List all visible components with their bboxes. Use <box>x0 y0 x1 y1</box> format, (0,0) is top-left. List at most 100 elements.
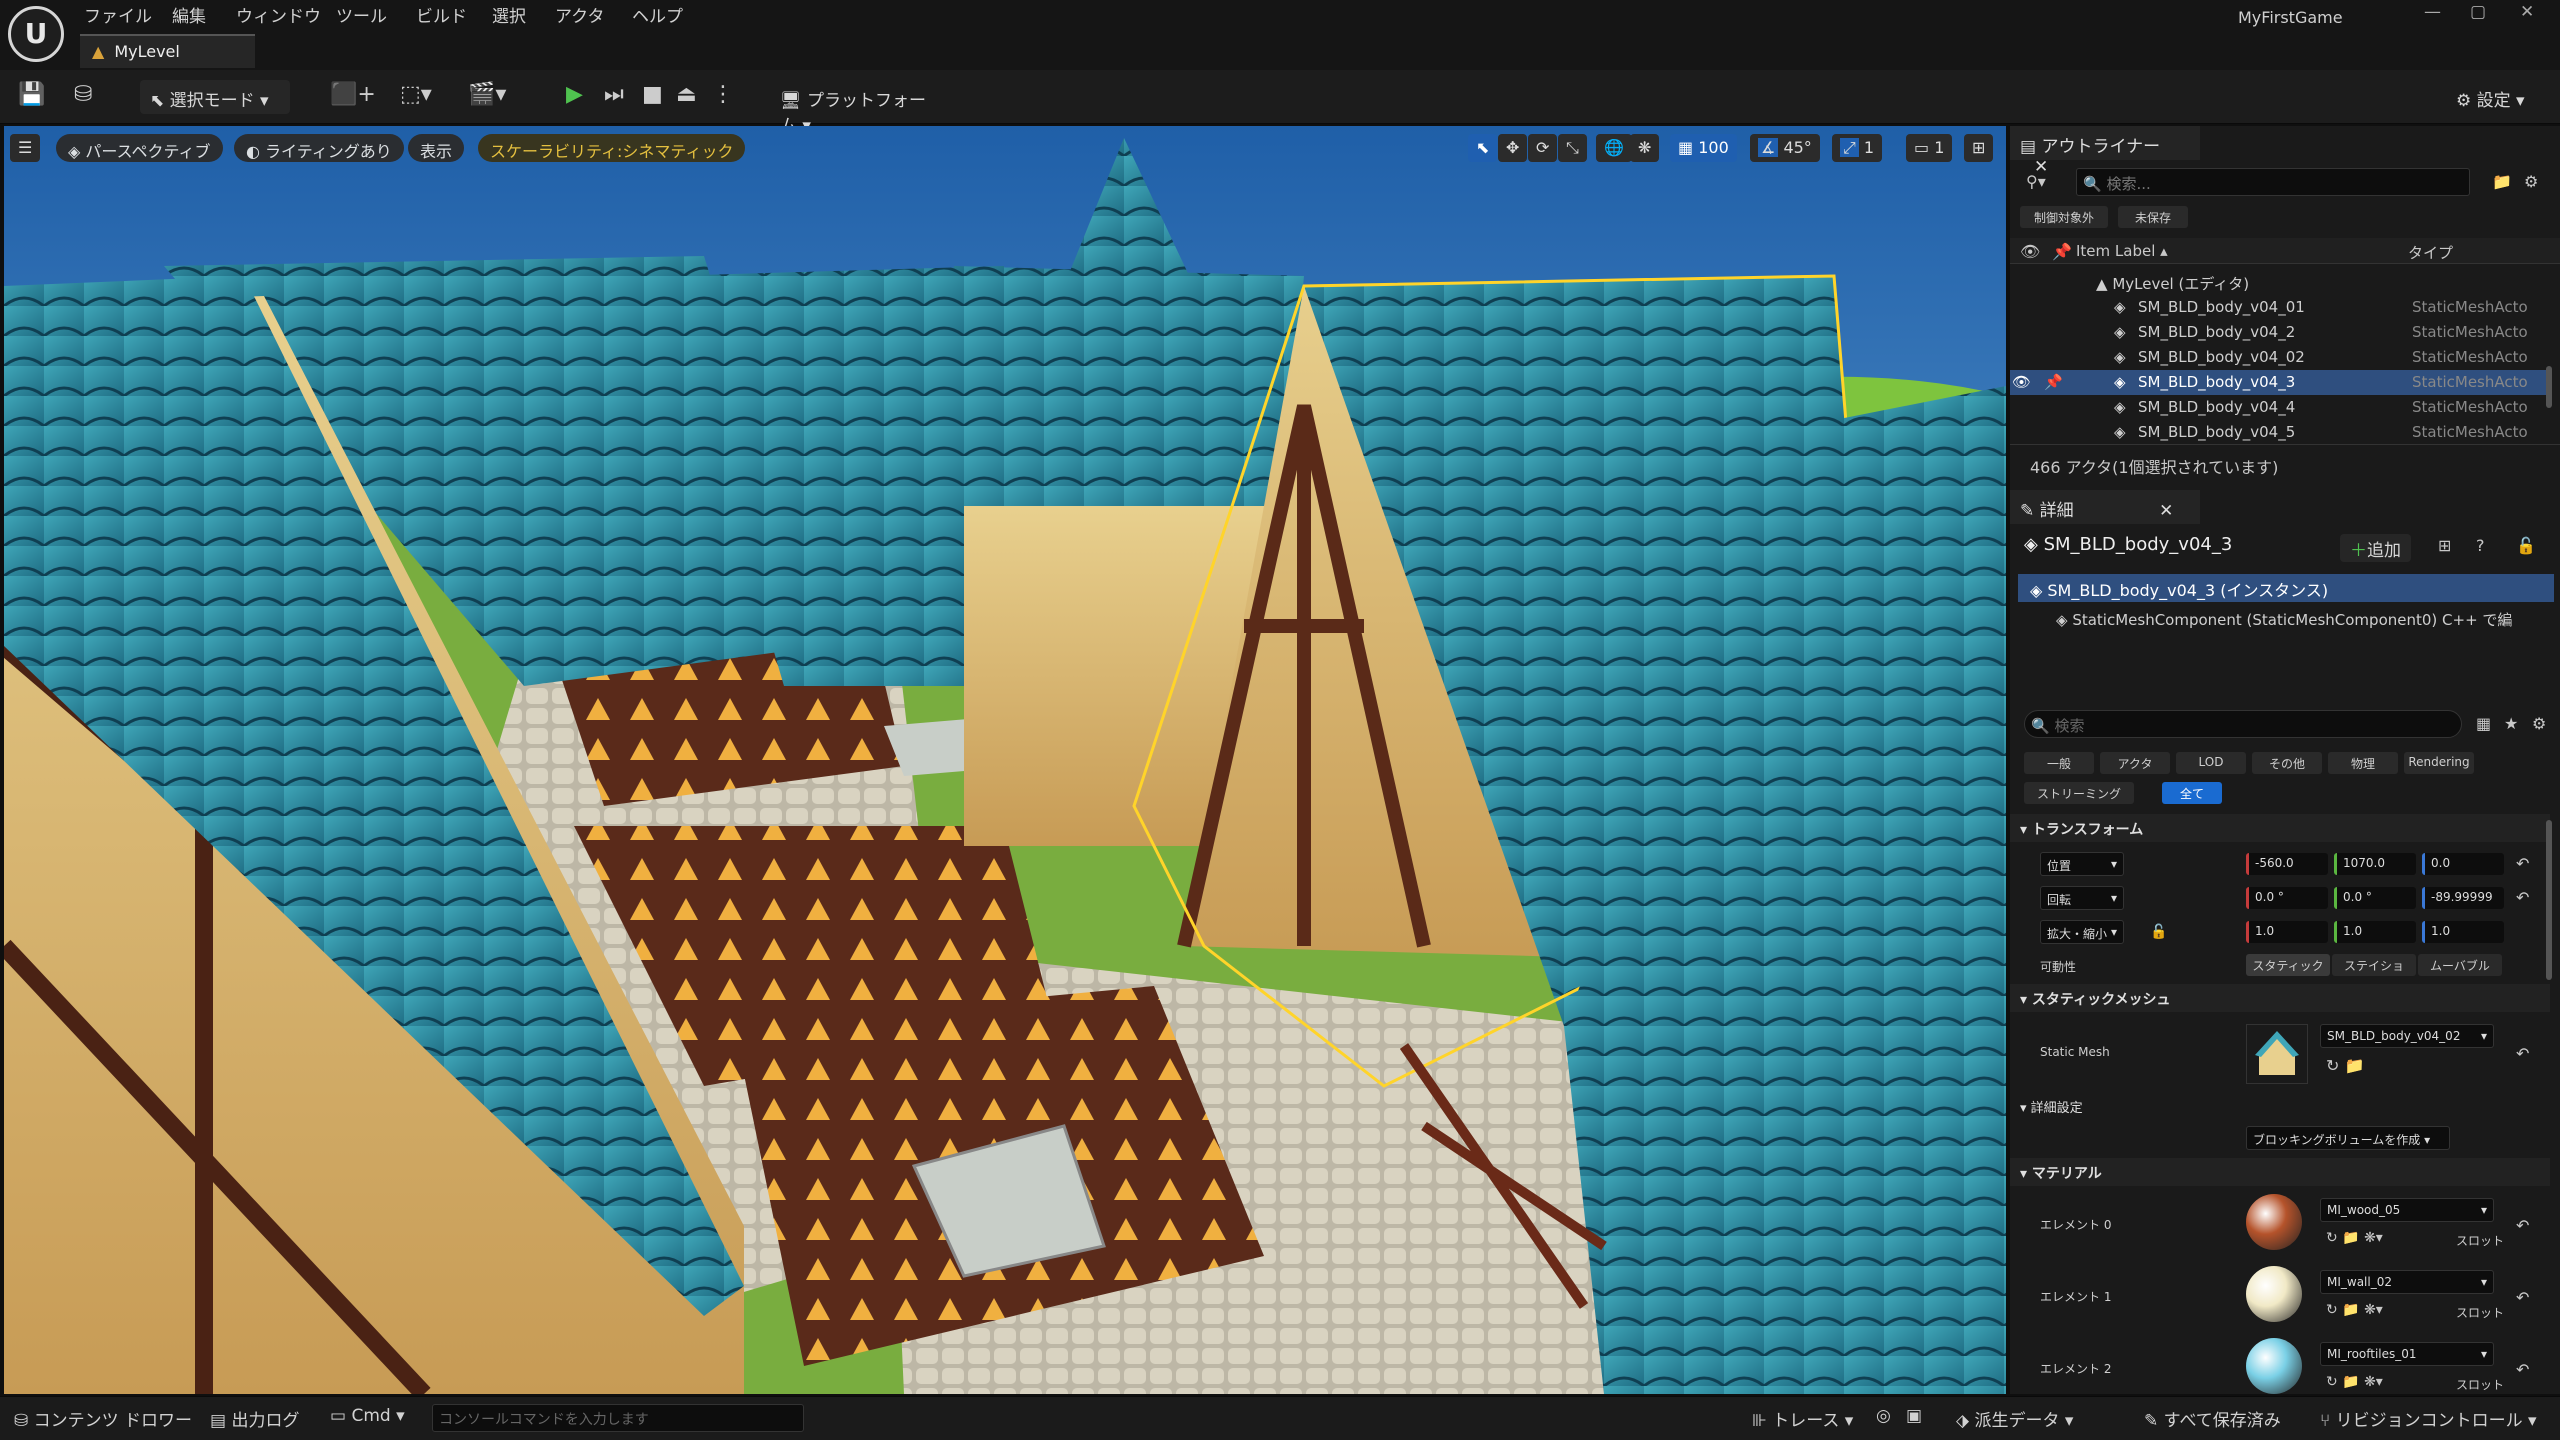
rotation-y[interactable]: 0.0 ° <box>2334 887 2416 909</box>
mobility-stationary[interactable]: ステイショ <box>2332 954 2416 976</box>
material-dropdown[interactable]: MI_wall_02 ▾ <box>2320 1270 2494 1294</box>
derived-data-dropdown[interactable]: ⬗ 派生データ ▾ <box>1956 1406 2073 1431</box>
lighting-mode-button[interactable]: ◐ ライティングあり <box>234 134 404 162</box>
menu-window[interactable]: ウィンドウ <box>236 2 321 27</box>
eject-icon[interactable]: ⏏ <box>676 82 697 107</box>
menu-select[interactable]: 選択 <box>492 2 526 27</box>
col-type[interactable]: タイプ <box>2408 242 2453 263</box>
platform-dropdown[interactable]: 🖥 プラットフォーム ▾ <box>770 80 946 136</box>
scale-x[interactable]: 1.0 <box>2246 921 2328 943</box>
filter-button[interactable]: 物理 <box>2328 752 2398 774</box>
outliner-row[interactable]: ◈ SM_BLD_body_v04_4 StaticMeshActo <box>2010 395 2550 420</box>
material-dropdown[interactable]: MI_wood_05 ▾ <box>2320 1198 2494 1222</box>
material-dropdown[interactable]: MI_rooftiles_01 ▾ <box>2320 1342 2494 1366</box>
material-thumbnail[interactable] <box>2246 1338 2302 1394</box>
blueprint-icon[interactable]: ⬚▾ <box>400 82 432 107</box>
record-icon[interactable]: ◎ <box>1876 1406 1891 1426</box>
cinematics-icon[interactable]: 🎬▾ <box>468 82 506 107</box>
more-options-icon[interactable]: ⋮ <box>712 82 734 107</box>
filter-button[interactable]: アクタ <box>2100 752 2170 774</box>
filter-button[interactable]: LOD <box>2176 752 2246 774</box>
tab-mylevel[interactable]: ▲ MyLevel <box>80 34 255 68</box>
add-folder-icon[interactable]: 📁 <box>2492 172 2512 191</box>
filter-button[interactable]: 全て <box>2162 782 2222 804</box>
scale-tool-icon[interactable]: ⤡ <box>1558 134 1587 162</box>
rotation-z[interactable]: -89.99999 <box>2422 887 2504 909</box>
cmd-dropdown[interactable]: ▭ Cmd ▾ <box>330 1406 405 1426</box>
rotation-dropdown[interactable]: 回転 ▾ <box>2040 886 2124 910</box>
mesh-thumbnail[interactable] <box>2246 1024 2308 1084</box>
content-drawer-button[interactable]: ⛁ コンテンツ ドロワー <box>14 1406 192 1431</box>
play-icon[interactable]: ▶ <box>566 82 583 107</box>
scale-snap-button[interactable]: ⤢ 1 <box>1832 134 1883 162</box>
outliner-scrollbar[interactable] <box>2546 366 2552 408</box>
world-space-icon[interactable]: 🌐 <box>1596 134 1632 162</box>
menu-file[interactable]: ファイル <box>84 2 152 27</box>
reset-icon[interactable]: ↶ <box>2516 1360 2529 1379</box>
add-component-button[interactable]: ＋追加 <box>2340 534 2411 562</box>
reset-icon[interactable]: ↶ <box>2516 854 2529 873</box>
details-scrollbar[interactable] <box>2546 820 2552 980</box>
rotation-x[interactable]: 0.0 ° <box>2246 887 2328 909</box>
outliner-row[interactable]: ◈ SM_BLD_body_v04_01 StaticMeshActo <box>2010 295 2550 320</box>
perspective-button[interactable]: ◈ パースペクティブ <box>56 134 223 162</box>
static-mesh-dropdown[interactable]: SM_BLD_body_v04_02 ▾ <box>2320 1024 2494 1048</box>
level-viewport[interactable]: ☰ ◈ パースペクティブ ◐ ライティングあり 表示 スケーラビリティ:シネマテ… <box>4 126 2006 1394</box>
show-button[interactable]: 表示 <box>408 134 465 162</box>
table-view-icon[interactable]: ▦ <box>2476 714 2491 733</box>
reset-icon[interactable]: ↶ <box>2516 1288 2529 1307</box>
save-all-button[interactable]: ✎ すべて保存済み <box>2144 1406 2281 1431</box>
details-search-input[interactable]: 🔍 検索 <box>2024 710 2462 738</box>
section-transform[interactable]: ▾ トランスフォーム <box>2010 814 2550 842</box>
filter-button[interactable]: その他 <box>2252 752 2322 774</box>
material-thumbnail[interactable] <box>2246 1266 2302 1322</box>
menu-build[interactable]: ビルド <box>416 2 467 27</box>
screenshot-icon[interactable]: ▣ <box>1906 1406 1922 1426</box>
outliner-row[interactable]: ◈ SM_BLD_body_v04_02 StaticMeshActo <box>2010 345 2550 370</box>
section-staticmesh[interactable]: ▾ スタティックメッシュ <box>2010 984 2550 1012</box>
reset-icon[interactable]: ↶ <box>2516 1044 2529 1063</box>
material-actions-icon[interactable]: ↻ 📁 ❋▾ <box>2326 1302 2383 1318</box>
component-instance[interactable]: ◈ SM_BLD_body_v04_3 (インスタンス) <box>2018 574 2554 602</box>
trace-dropdown[interactable]: ⊪ トレース ▾ <box>1752 1406 1853 1431</box>
step-icon[interactable]: ⏭ <box>604 82 624 107</box>
location-y[interactable]: 1070.0 <box>2334 853 2416 875</box>
stop-icon[interactable]: ■ <box>642 82 663 107</box>
help-icon[interactable]: ? <box>2476 536 2485 555</box>
outliner-row[interactable]: 👁 📌 ◈ SM_BLD_body_v04_3 StaticMeshActo <box>2010 370 2550 395</box>
outliner-root[interactable]: ▲ MyLevel (エディタ) <box>2010 270 2560 295</box>
pin-icon[interactable]: 📌 <box>2044 373 2063 391</box>
menu-tools[interactable]: ツール <box>336 2 387 27</box>
material-actions-icon[interactable]: ↻ 📁 ❋▾ <box>2326 1230 2383 1246</box>
angle-snap-button[interactable]: ∡ 45° <box>1750 134 1820 162</box>
add-actor-icon[interactable]: ⬛+ <box>330 82 376 107</box>
scalability-button[interactable]: スケーラビリティ:シネマティック <box>478 134 746 162</box>
visibility-icon[interactable]: 👁 <box>2012 373 2031 391</box>
blocking-volume-button[interactable]: ブロッキングボリュームを作成 ▾ <box>2246 1126 2450 1150</box>
section-materials[interactable]: ▾ マテリアル <box>2010 1158 2550 1186</box>
browse-icon[interactable]: ↻ 📁 <box>2326 1056 2364 1075</box>
menu-help[interactable]: ヘルプ <box>632 2 683 27</box>
settings-button[interactable]: ⚙ 設定 ▾ <box>2446 80 2546 114</box>
material-thumbnail[interactable] <box>2246 1194 2302 1250</box>
filter-button[interactable]: 一般 <box>2024 752 2094 774</box>
section-advanced[interactable]: ▾ 詳細設定 <box>2010 1092 2550 1120</box>
grid-snap-button[interactable]: ▦ 100 <box>1670 134 1737 162</box>
rotate-tool-icon[interactable]: ⟳ <box>1528 134 1558 162</box>
filter-unsaved[interactable]: 未保存 <box>2118 206 2188 228</box>
filter-button[interactable]: ストリーミング <box>2024 782 2134 804</box>
component-staticmesh[interactable]: ◈ StaticMeshComponent (StaticMeshCompone… <box>2018 606 2554 631</box>
save-icon[interactable]: 💾 <box>18 82 45 107</box>
lock-icon[interactable]: 🔓 <box>2150 924 2167 940</box>
content-browser-icon[interactable]: ⛁ <box>74 82 92 107</box>
outliner-row[interactable]: ◈ SM_BLD_body_v04_5 StaticMeshActo <box>2010 420 2550 445</box>
outliner-row[interactable]: ◈ SM_BLD_body_v04_2 StaticMeshActo <box>2010 320 2550 345</box>
select-tool-icon[interactable]: ⬉ <box>1468 134 1498 162</box>
outliner-search-input[interactable]: 🔍 検索... <box>2076 168 2470 196</box>
menu-actor[interactable]: アクタ <box>555 2 604 27</box>
lock-icon[interactable]: 🔓 <box>2516 536 2536 555</box>
close-icon[interactable]: ✕ <box>2520 2 2534 22</box>
mobility-movable[interactable]: ムーバブル <box>2418 954 2502 976</box>
viewport-menu-icon[interactable]: ☰ <box>10 134 41 162</box>
console-input[interactable]: コンソールコマンドを入力します <box>432 1404 804 1432</box>
